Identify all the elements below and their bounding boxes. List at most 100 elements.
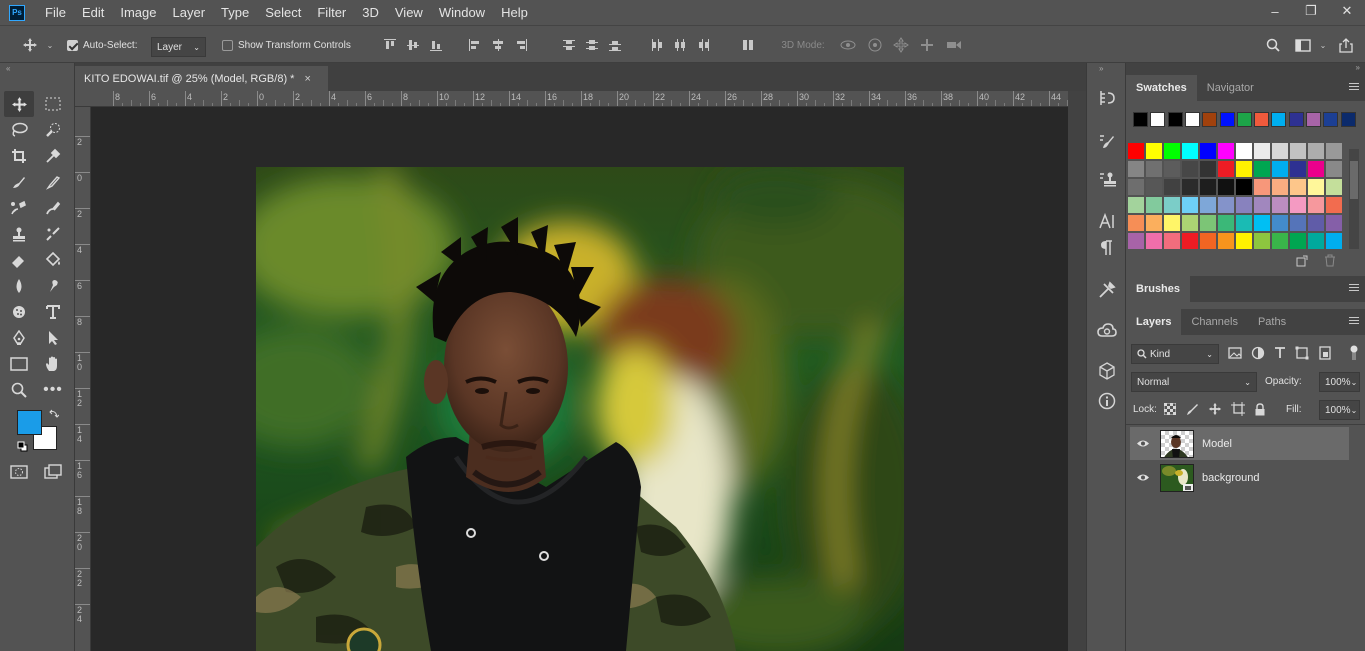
recent-swatch[interactable] — [1219, 112, 1235, 127]
swatch[interactable] — [1128, 197, 1144, 213]
tab-swatches[interactable]: Swatches — [1126, 75, 1197, 101]
3d-roll-icon[interactable] — [867, 37, 883, 53]
recent-swatch[interactable] — [1184, 112, 1200, 127]
3d-pan-icon[interactable] — [893, 37, 909, 53]
swatch[interactable] — [1164, 143, 1180, 159]
tab-navigator[interactable]: Navigator — [1197, 75, 1264, 101]
swatch[interactable] — [1326, 161, 1342, 177]
swatch[interactable] — [1254, 197, 1270, 213]
tab-layers[interactable]: Layers — [1126, 309, 1182, 335]
rectangle-tool[interactable] — [4, 351, 34, 377]
swatch[interactable] — [1308, 161, 1324, 177]
swatch[interactable] — [1326, 197, 1342, 213]
tool-presets-icon[interactable] — [1095, 278, 1119, 302]
swatch[interactable] — [1218, 197, 1234, 213]
history-panel-icon[interactable] — [1095, 86, 1119, 110]
swatch[interactable] — [1290, 179, 1306, 195]
zoom-tool[interactable] — [4, 377, 34, 403]
distribute-top-icon[interactable] — [562, 38, 576, 52]
align-middle-icon[interactable] — [406, 38, 420, 52]
filter-type-icon[interactable] — [1274, 347, 1286, 359]
info-panel-icon[interactable] — [1095, 389, 1119, 413]
eyedropper-tool[interactable] — [38, 143, 68, 169]
recent-swatch[interactable] — [1167, 112, 1183, 127]
close-tab-icon[interactable]: × — [304, 73, 310, 85]
swatch[interactable] — [1128, 233, 1144, 249]
swatch[interactable] — [1200, 143, 1216, 159]
layer-row-background[interactable]: background — [1130, 461, 1349, 494]
swatch[interactable] — [1218, 233, 1234, 249]
layers-panel-menu-icon[interactable] — [1349, 317, 1359, 326]
layer-name-model[interactable]: Model — [1202, 438, 1232, 450]
swatch[interactable] — [1146, 197, 1162, 213]
filter-pixel-icon[interactable] — [1228, 347, 1242, 359]
swap-colors-icon[interactable] — [49, 409, 59, 419]
swatch[interactable] — [1290, 143, 1306, 159]
swatch[interactable] — [1182, 197, 1198, 213]
canvas-vertical-scrollbar[interactable] — [1068, 91, 1086, 651]
swatch[interactable] — [1254, 179, 1270, 195]
more-tools-icon[interactable]: ••• — [38, 377, 68, 403]
swatch[interactable] — [1308, 143, 1324, 159]
dodge-tool[interactable] — [4, 299, 34, 325]
recent-swatch[interactable] — [1323, 112, 1339, 127]
distribute-bottom-icon[interactable] — [608, 38, 622, 52]
stamp-tool[interactable] — [4, 221, 34, 247]
visibility-eye-icon[interactable] — [1130, 473, 1156, 482]
libraries-icon[interactable] — [1095, 319, 1119, 343]
align-top-icon[interactable] — [383, 38, 397, 52]
eraser-tool[interactable] — [4, 247, 34, 273]
auto-align-icon[interactable] — [738, 26, 758, 64]
menu-edit[interactable]: Edit — [74, 0, 112, 25]
swatches-panel-menu-icon[interactable] — [1349, 83, 1359, 92]
layer-row-model[interactable]: Model — [1130, 427, 1349, 460]
recent-swatch[interactable] — [1236, 112, 1252, 127]
swatch[interactable] — [1200, 161, 1216, 177]
swatch[interactable] — [1272, 179, 1288, 195]
path-selection-tool[interactable] — [38, 325, 68, 351]
menu-view[interactable]: View — [387, 0, 431, 25]
swatch[interactable] — [1128, 143, 1144, 159]
distribute-middle-icon[interactable] — [585, 38, 599, 52]
swatch[interactable] — [1128, 179, 1144, 195]
show-transform-toggle[interactable]: Show Transform Controls — [222, 26, 357, 64]
distribute-right-icon[interactable] — [696, 38, 710, 52]
swatch[interactable] — [1272, 197, 1288, 213]
menu-select[interactable]: Select — [257, 0, 309, 25]
type-tool[interactable] — [38, 299, 68, 325]
character-panel-icon[interactable] — [1095, 209, 1119, 233]
expand-dock-icon[interactable]: » — [1099, 64, 1103, 73]
visibility-eye-icon[interactable] — [1130, 439, 1156, 448]
collapse-panels-icon[interactable]: » — [1356, 63, 1360, 72]
swatch[interactable] — [1326, 215, 1342, 231]
swatch[interactable] — [1200, 215, 1216, 231]
auto-select-toggle[interactable]: Auto-Select: — [67, 26, 147, 64]
filter-shape-icon[interactable] — [1295, 346, 1309, 360]
recent-swatch[interactable] — [1288, 112, 1304, 127]
swatch[interactable] — [1236, 197, 1252, 213]
swatch[interactable] — [1326, 143, 1342, 159]
swatches-scroll-thumb[interactable] — [1350, 161, 1358, 199]
menu-3d[interactable]: 3D — [354, 0, 387, 25]
recent-swatch[interactable] — [1340, 112, 1356, 127]
filter-adjustment-icon[interactable] — [1251, 346, 1265, 360]
3d-scale-icon[interactable] — [945, 38, 963, 52]
align-right-icon[interactable] — [514, 38, 528, 52]
swatch[interactable] — [1128, 161, 1144, 177]
align-bottom-icon[interactable] — [429, 38, 443, 52]
recent-swatch[interactable] — [1254, 112, 1270, 127]
lock-all-icon[interactable] — [1254, 402, 1266, 416]
menu-window[interactable]: Window — [431, 0, 493, 25]
swatch[interactable] — [1308, 197, 1324, 213]
swatch[interactable] — [1218, 179, 1234, 195]
lock-image-pixels-icon[interactable] — [1185, 402, 1199, 416]
paint-bucket-tool[interactable] — [38, 247, 68, 273]
smudge-tool[interactable] — [38, 273, 68, 299]
3d-orbit-icon[interactable] — [839, 38, 857, 52]
swatch[interactable] — [1290, 233, 1306, 249]
swatch[interactable] — [1254, 161, 1270, 177]
swatch[interactable] — [1146, 143, 1162, 159]
photoshop-logo[interactable]: Ps — [9, 4, 25, 21]
lock-transparent-pixels-icon[interactable] — [1164, 403, 1176, 415]
lasso-tool[interactable] — [4, 117, 34, 143]
